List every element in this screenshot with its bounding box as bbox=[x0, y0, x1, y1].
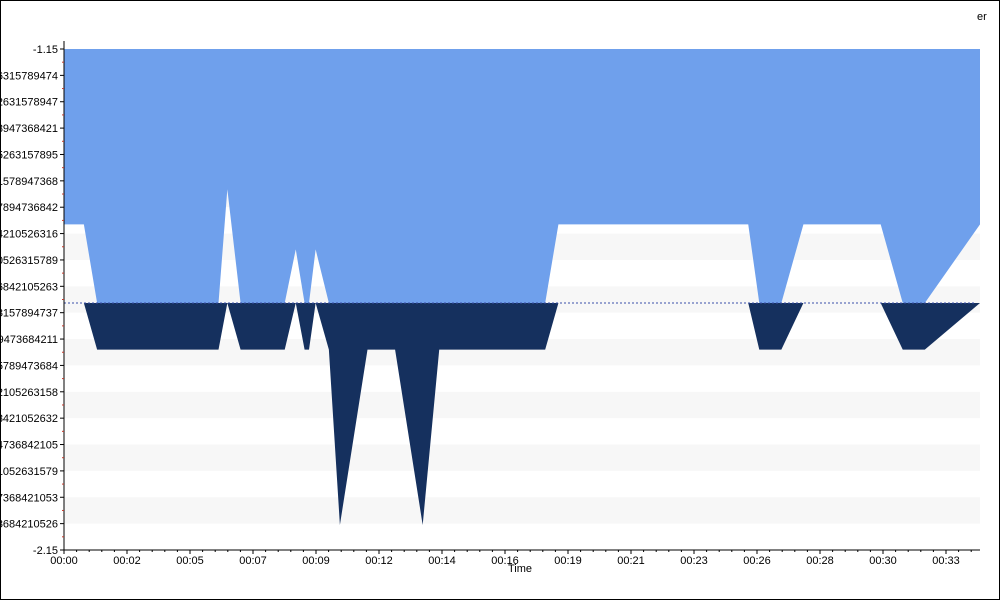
y-tick-label: 3157894737 bbox=[1, 308, 58, 320]
y-tick-label: 1052631579 bbox=[1, 466, 58, 478]
y-tick-label: 9473684211 bbox=[1, 334, 58, 346]
y-tick-label: 6842105263 bbox=[1, 281, 58, 293]
x-tick-label: 00:23 bbox=[680, 555, 708, 567]
y-axis: -1.15 6315789474 2631578947 8947368421 52631… bbox=[1, 41, 65, 557]
y-tick-label: 2105263158 bbox=[1, 387, 58, 399]
x-tick-label: 00:19 bbox=[554, 555, 582, 567]
y-tick-label: 7894736842 bbox=[1, 202, 58, 214]
grid-band bbox=[64, 444, 980, 471]
upper-area bbox=[64, 49, 980, 304]
chart-frame: -1.15 6315789474 2631578947 8947368421 52631… bbox=[0, 0, 1000, 600]
x-tick-label: 00:30 bbox=[869, 555, 897, 567]
y-tick-label: 5263157895 bbox=[1, 149, 58, 161]
y-tick-label: 7368421053 bbox=[1, 492, 58, 504]
grid-band bbox=[64, 497, 980, 524]
x-tick-label: 00:33 bbox=[932, 555, 960, 567]
x-tick-label: 00:00 bbox=[50, 555, 78, 567]
x-tick-label: 00:26 bbox=[743, 555, 771, 567]
x-tick-label: 00:28 bbox=[806, 555, 834, 567]
x-tick-label: 00:02 bbox=[113, 555, 141, 567]
x-tick-label: 00:09 bbox=[302, 555, 330, 567]
y-tick-label: 0526315789 bbox=[1, 255, 58, 267]
area-chart: -1.15 6315789474 2631578947 8947368421 52631… bbox=[1, 11, 987, 575]
y-tick-label: 4736842105 bbox=[1, 440, 58, 452]
y-tick-label: 1578947368 bbox=[1, 176, 58, 188]
legend-label: er bbox=[977, 11, 987, 23]
x-tick-label: 00:05 bbox=[176, 555, 204, 567]
y-tick-label: 8421052632 bbox=[1, 413, 58, 425]
x-tick-label: 00:12 bbox=[365, 555, 393, 567]
x-tick-label: 00:21 bbox=[617, 555, 645, 567]
grid-band bbox=[64, 391, 980, 419]
x-tick-label: 00:14 bbox=[428, 555, 456, 567]
x-axis-title: Time bbox=[508, 563, 532, 575]
y-tick-label: -1.15 bbox=[33, 44, 58, 56]
y-tick-label: 3684210526 bbox=[1, 519, 58, 531]
y-tick-label: 5789473684 bbox=[1, 360, 58, 372]
y-tick-label: 2631578947 bbox=[1, 97, 58, 109]
y-tick-label: 6315789474 bbox=[1, 70, 58, 82]
y-tick-label: 4210526316 bbox=[1, 229, 58, 241]
x-tick-label: 00:07 bbox=[239, 555, 267, 567]
y-tick-label: 8947368421 bbox=[1, 123, 58, 135]
